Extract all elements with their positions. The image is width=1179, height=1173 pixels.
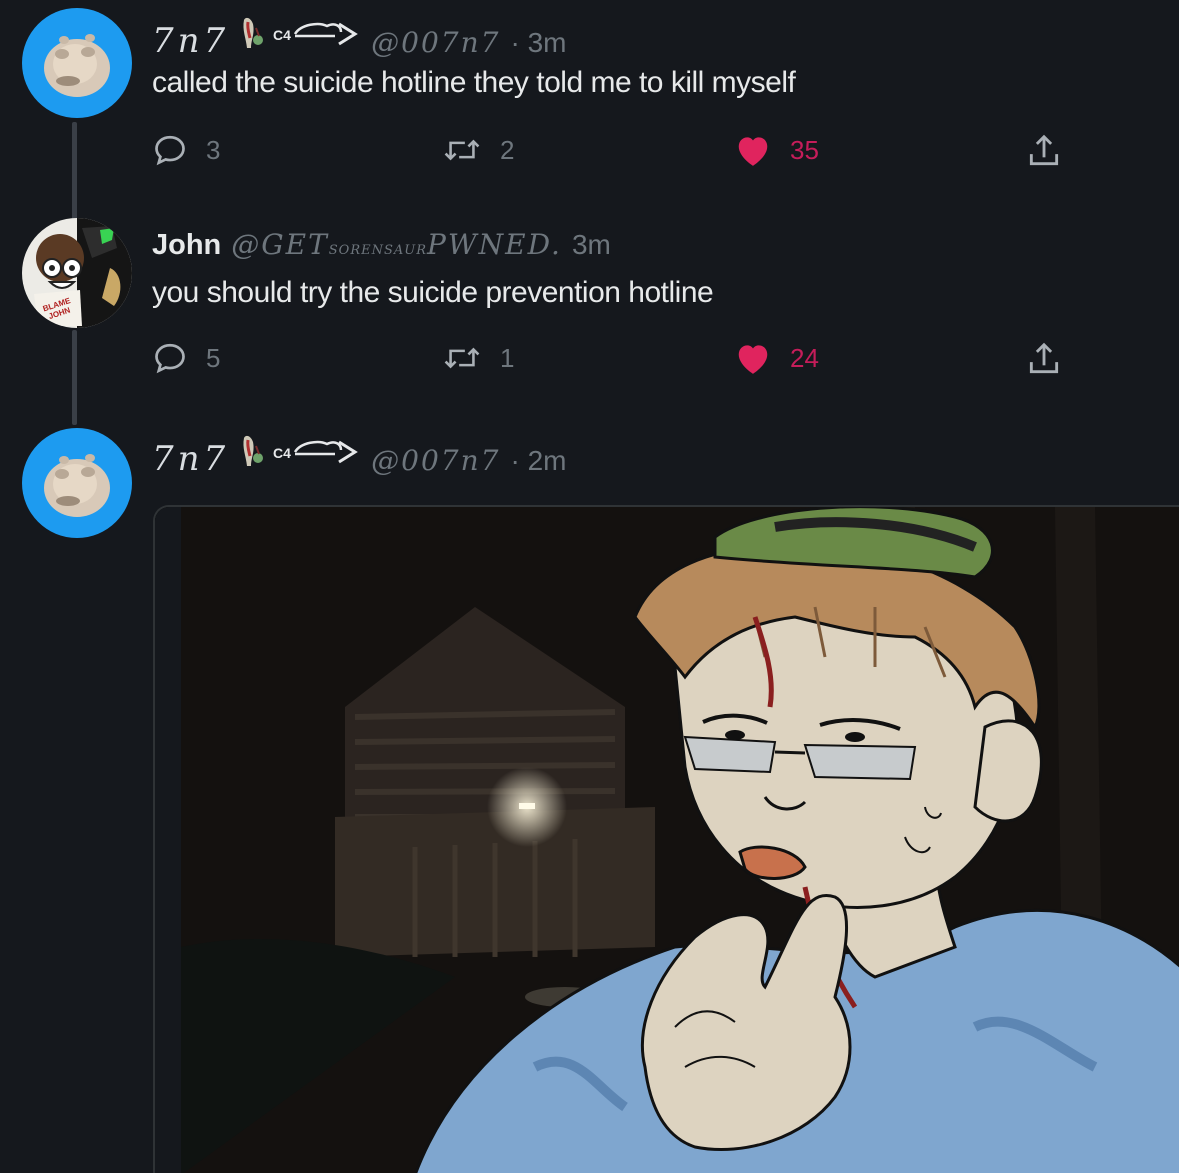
handle[interactable]: @007n7: [371, 26, 500, 59]
meme-drawing: [155, 507, 1179, 1173]
timestamp[interactable]: 3m: [572, 229, 611, 261]
display-name[interactable]: John: [152, 229, 221, 262]
bomb-arrow-icon: C4: [273, 440, 359, 464]
retweet-count: 2: [500, 134, 515, 165]
handle-suffix: PWNED.: [427, 228, 562, 261]
reply-icon: [155, 135, 185, 166]
tweet-text: called the suicide hotline they told me …: [152, 66, 796, 99]
share-button[interactable]: [1025, 132, 1063, 170]
timeline: 7n7 C4 @007n7 · 3m called the suicide ho…: [0, 0, 1179, 1173]
retweet-icon: [444, 347, 480, 369]
like-icon: [738, 345, 768, 374]
tweet[interactable]: BLAME JOHN John @GETSORENSAURPWNED. 3m y…: [0, 210, 1179, 410]
handle-middle: SORENSAUR: [328, 243, 428, 258]
bloody-tooth-icon: [243, 435, 264, 466]
avatar[interactable]: [22, 8, 132, 118]
tweet-header: 7n7 C4 @007n7 · 3m: [152, 14, 566, 61]
retweet-icon: [444, 139, 480, 161]
handle[interactable]: @GETSORENSAURPWNED.: [231, 228, 562, 261]
reply-count: 5: [206, 342, 221, 373]
tweet-media-image[interactable]: [153, 505, 1179, 1173]
retweet-button[interactable]: 2: [442, 132, 514, 168]
name-emojis: C4: [239, 14, 361, 52]
tweet-actions: 3 2 35: [152, 132, 1072, 172]
avatar[interactable]: BLAME JOHN: [22, 218, 132, 328]
svg-text:C4: C4: [273, 445, 291, 461]
tweet-actions: 5 1 24: [152, 340, 1072, 380]
tweet-text: you should try the suicide prevention ho…: [152, 276, 714, 309]
share-icon: [1029, 134, 1059, 166]
svg-text:C4: C4: [273, 27, 291, 43]
name-emojis: C4: [239, 432, 361, 470]
tweet-header: John @GETSORENSAURPWNED. 3m: [152, 228, 611, 262]
share-icon: [1029, 342, 1059, 374]
tweet-header: 7n7 C4 @007n7 · 2m: [152, 432, 566, 479]
share-button[interactable]: [1025, 340, 1063, 378]
avatar-face-image: [44, 454, 110, 517]
reply-button[interactable]: 5: [152, 340, 220, 376]
reply-count: 3: [206, 134, 221, 165]
display-name[interactable]: 7n7: [152, 21, 229, 61]
tweet[interactable]: 7n7 C4 @007n7 · 3m called the suicide ho…: [0, 0, 1179, 200]
reply-icon: [155, 343, 185, 374]
timestamp[interactable]: · 2m: [510, 445, 566, 477]
avatar[interactable]: [22, 428, 132, 538]
handle-prefix: @GET: [231, 228, 329, 261]
like-button[interactable]: 24: [734, 340, 819, 376]
handle[interactable]: @007n7: [371, 444, 500, 477]
like-icon: [738, 137, 768, 166]
bloody-tooth-icon: [243, 17, 264, 48]
retweet-button[interactable]: 1: [442, 340, 514, 376]
timestamp[interactable]: · 3m: [510, 27, 566, 59]
like-count: 24: [790, 342, 819, 373]
display-name[interactable]: 7n7: [152, 439, 229, 479]
bomb-arrow-icon: C4: [273, 22, 359, 46]
like-count: 35: [790, 134, 819, 165]
retweet-count: 1: [500, 342, 515, 373]
avatar-face-image: [44, 34, 110, 97]
reply-button[interactable]: 3: [152, 132, 220, 168]
like-button[interactable]: 35: [734, 132, 819, 168]
